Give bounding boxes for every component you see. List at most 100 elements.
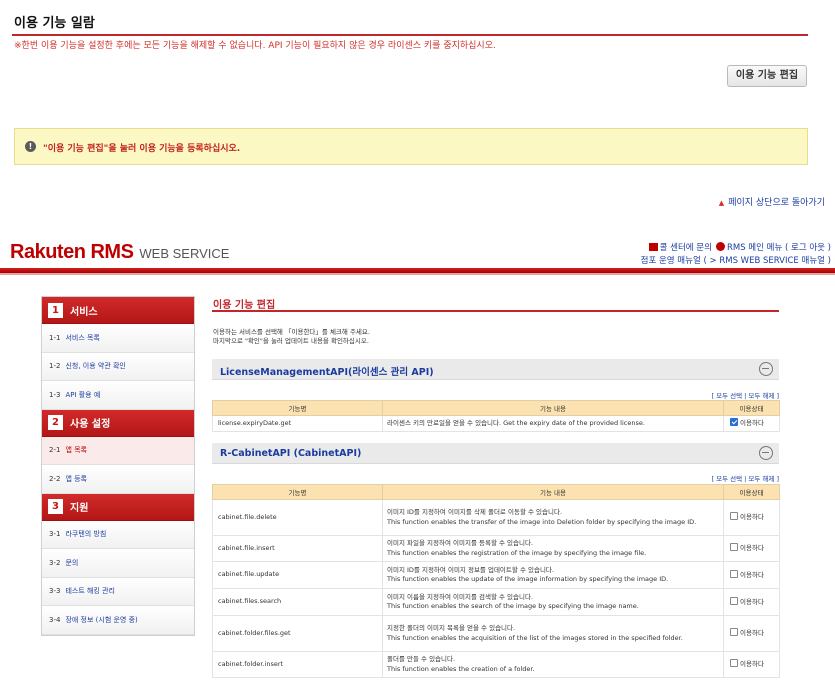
ws-manual-link[interactable]: ( > RMS WEB SERVICE 매뉴얼 ) bbox=[703, 256, 831, 266]
collapse-icon[interactable] bbox=[759, 362, 773, 376]
checkbox-icon[interactable] bbox=[730, 596, 738, 605]
function-desc: 이미지 ID를 지정하여 이미지 정보를 업데이트할 수 있습니다. This … bbox=[382, 561, 724, 589]
api-table: 기능명 기능 내용 이용상태 license.expiryDate.get 라이… bbox=[212, 400, 780, 432]
info-icon: ! bbox=[25, 141, 36, 152]
table-row: cabinet.file.delete 이미지 ID를 지정하여 이미지를 삭제… bbox=[212, 499, 780, 536]
sidebar-item-service-list[interactable]: 1-1 서비스 목록 bbox=[42, 324, 194, 353]
checkbox-icon[interactable] bbox=[730, 512, 738, 521]
edit-features-button[interactable]: 이용 기능 편집 bbox=[727, 65, 807, 87]
item-label: 앱 목록 bbox=[65, 446, 87, 455]
sidebar-item-policy[interactable]: 3-1 라쿠텐의 방침 bbox=[42, 520, 194, 549]
use-checkbox[interactable]: 이용하다 bbox=[723, 499, 780, 536]
item-label: 신청, 이용 약관 확인 bbox=[65, 362, 126, 371]
checkbox-icon[interactable] bbox=[730, 543, 738, 552]
sidebar-item-incidents[interactable]: 3-4 장애 정보 (시험 운영 중) bbox=[42, 606, 194, 635]
callcenter-link[interactable]: 콜 센터에 문의 bbox=[660, 243, 712, 253]
function-name: cabinet.folder.insert bbox=[212, 651, 383, 678]
table-row: cabinet.folder.insert 폴더를 만들 수 있습니다. Thi… bbox=[212, 651, 780, 678]
main-title: 이용 기능 편집 bbox=[213, 300, 276, 311]
function-name: cabinet.file.update bbox=[212, 561, 383, 589]
item-label: 문의 bbox=[65, 558, 79, 567]
item-number: 1-1 bbox=[49, 333, 61, 342]
use-label: 이용하다 bbox=[740, 570, 764, 579]
function-desc: 이미지 파일을 지정하여 이미지를 등록할 수 있습니다. This funct… bbox=[382, 535, 724, 562]
function-name: license.expiryDate.get bbox=[212, 415, 383, 432]
rms-main-icon bbox=[715, 242, 725, 251]
section-title: 지원 bbox=[70, 503, 89, 514]
function-name: cabinet.file.delete bbox=[212, 499, 383, 536]
item-label: 장애 정보 (시험 운영 중) bbox=[65, 615, 138, 624]
col-function: 기능명 bbox=[212, 400, 383, 416]
function-desc: 폴더를 만들 수 있습니다. This function enables the… bbox=[382, 651, 724, 678]
item-number: 3-2 bbox=[49, 558, 61, 567]
sidebar-section-service: 1 서비스 bbox=[42, 297, 194, 324]
table-header-row: 기능명 기능 내용 이용상태 bbox=[212, 400, 780, 416]
sidebar-item-terms[interactable]: 1-2 신청, 이용 약관 확인 bbox=[42, 352, 194, 381]
function-desc: 이미지 ID를 지정하여 이미지를 삭제 폴더로 이동할 수 있습니다. Thi… bbox=[382, 499, 724, 536]
sidebar-item-test-hacking[interactable]: 3-3 테스트 해킹 관리 bbox=[42, 577, 194, 606]
manual-link[interactable]: 점포 운영 매뉴얼 bbox=[641, 256, 701, 266]
col-function: 기능명 bbox=[212, 484, 383, 500]
use-checkbox[interactable]: 이용하다 bbox=[723, 615, 780, 652]
use-checkbox[interactable]: 이용하다 bbox=[723, 651, 780, 678]
checkbox-icon[interactable] bbox=[730, 569, 738, 578]
item-label: 라쿠텐의 방침 bbox=[65, 530, 107, 539]
use-checkbox[interactable]: 이용하다 bbox=[723, 588, 780, 616]
rms-main-link[interactable]: RMS 메인 메뉴 ( 로그 아웃 ) bbox=[727, 243, 831, 253]
header-links: 콜 센터에 문의 RMS 메인 메뉴 ( 로그 아웃 ) 점포 운영 매뉴얼 ( … bbox=[641, 242, 831, 268]
use-label: 이용하다 bbox=[740, 544, 764, 553]
select-all-links[interactable]: [ 모두 선택 | 모두 해제 ] bbox=[712, 390, 780, 400]
intro-line: 마지막으로 "확인"을 눌러 업데이트 내용을 확인하십시오. bbox=[213, 337, 369, 345]
sidebar-item-inquiry[interactable]: 3-2 문의 bbox=[42, 549, 194, 578]
use-checkbox[interactable]: 이용하다 bbox=[723, 415, 780, 432]
table-row: cabinet.file.update 이미지 ID를 지정하여 이미지 정보를… bbox=[212, 561, 780, 589]
checkbox-icon[interactable] bbox=[730, 628, 738, 637]
sidebar-item-api-examples[interactable]: 1-3 API 활용 예 bbox=[42, 381, 194, 410]
item-label: 앱 등록 bbox=[65, 474, 87, 483]
use-label: 이용하다 bbox=[740, 419, 764, 428]
logo-main: Rakuten RMS bbox=[10, 241, 134, 263]
item-number: 1-2 bbox=[49, 362, 61, 371]
logo-sub: WEB SERVICE bbox=[139, 246, 230, 261]
sidebar-item-app-list[interactable]: 2-1 앱 목록 bbox=[42, 436, 194, 465]
warning-text: ※한번 이용 기능을 설정한 후에는 모든 기능을 해제할 수 없습니다. AP… bbox=[14, 41, 496, 51]
use-label: 이용하다 bbox=[740, 660, 764, 669]
rakuten-rms-logo[interactable]: Rakuten RMS WEB SERVICE bbox=[10, 241, 229, 264]
api-table: 기능명 기능 내용 이용상태 cabinet.file.delete 이미지 I… bbox=[212, 484, 780, 678]
collapse-icon[interactable] bbox=[759, 446, 773, 460]
section-title: 사용 설정 bbox=[70, 419, 111, 430]
table-header-row: 기능명 기능 내용 이용상태 bbox=[212, 484, 780, 500]
intro-text: 이용하는 서비스를 선택해 「이용한다」를 체크해 주세요. 마지막으로 "확인… bbox=[213, 328, 370, 346]
api-section-header: LicenseManagementAPI(라이센스 관리 API) bbox=[212, 359, 779, 380]
item-number: 3-4 bbox=[49, 615, 61, 624]
use-checkbox[interactable]: 이용하다 bbox=[723, 535, 780, 562]
page-title: 이용 기능 일람 bbox=[14, 16, 95, 31]
use-label: 이용하다 bbox=[740, 513, 764, 522]
back-to-top-link[interactable]: ▲ 페이지 상단으로 돌아가기 bbox=[719, 195, 825, 208]
item-number: 2-2 bbox=[49, 474, 61, 483]
main-divider bbox=[212, 310, 779, 312]
item-label: API 활용 예 bbox=[65, 390, 101, 399]
table-row: cabinet.file.insert 이미지 파일을 지정하여 이미지를 등록… bbox=[212, 535, 780, 562]
checkbox-checked-icon[interactable] bbox=[730, 418, 738, 427]
table-row: license.expiryDate.get 라이센스 키의 만료일을 얻을 수… bbox=[212, 415, 780, 432]
notice-text: "이용 기능 편집"을 눌러 이용 기능을 등록하십시오. bbox=[43, 144, 241, 154]
function-name: cabinet.files.search bbox=[212, 588, 383, 616]
col-description: 기능 내용 bbox=[382, 484, 724, 500]
function-desc: 지정한 폴더의 이미지 목록을 얻을 수 있습니다. This function… bbox=[382, 615, 724, 652]
select-all-links[interactable]: [ 모두 선택 | 모두 해제 ] bbox=[712, 473, 780, 483]
sidebar-section-support: 3 지원 bbox=[42, 493, 194, 521]
col-status: 이용상태 bbox=[723, 484, 780, 500]
item-label: 테스트 해킹 관리 bbox=[65, 587, 115, 596]
item-label: 서비스 목록 bbox=[65, 333, 100, 342]
sidebar-item-app-register[interactable]: 2-2 앱 등록 bbox=[42, 465, 194, 494]
section-number: 3 bbox=[48, 499, 63, 514]
checkbox-icon[interactable] bbox=[730, 659, 738, 668]
section-number: 1 bbox=[48, 302, 63, 318]
api-section-header: R-CabinetAPI (CabinetAPI) bbox=[212, 443, 779, 464]
sidebar: 1 서비스 1-1 서비스 목록 1-2 신청, 이용 약관 확인 1-3 API 활용… bbox=[41, 296, 195, 636]
use-checkbox[interactable]: 이용하다 bbox=[723, 561, 780, 589]
table-row: cabinet.folder.files.get 지정한 폴더의 이미지 목록을… bbox=[212, 615, 780, 652]
api-name: R-CabinetAPI (CabinetAPI) bbox=[220, 448, 362, 459]
arrow-up-icon: ▲ bbox=[718, 199, 725, 207]
